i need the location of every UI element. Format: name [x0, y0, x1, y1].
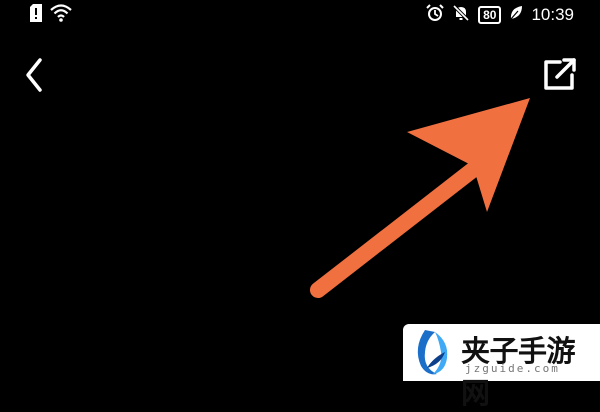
- status-time: 10:39: [531, 5, 574, 24]
- sim-alert-icon: [30, 3, 42, 27]
- share-button[interactable]: [540, 56, 580, 92]
- status-bar: 80 10:39: [0, 0, 600, 30]
- watermark-logo: [417, 330, 448, 375]
- watermark-url: jzguide.com: [465, 362, 560, 375]
- battery-indicator: 80: [478, 6, 502, 24]
- status-right: 80 10:39: [426, 3, 574, 27]
- chevron-left-icon: [26, 58, 42, 92]
- back-button[interactable]: [20, 56, 52, 94]
- leaf-icon: [509, 5, 523, 26]
- status-left: [30, 3, 72, 27]
- watermark: 夹子手游网 jzguide.com: [403, 324, 600, 410]
- open-external-icon: [544, 58, 576, 90]
- wifi-icon: [50, 3, 72, 27]
- alarm-icon: [426, 3, 444, 27]
- notifications-off-icon: [452, 4, 470, 27]
- arrow-annotation: [310, 98, 530, 298]
